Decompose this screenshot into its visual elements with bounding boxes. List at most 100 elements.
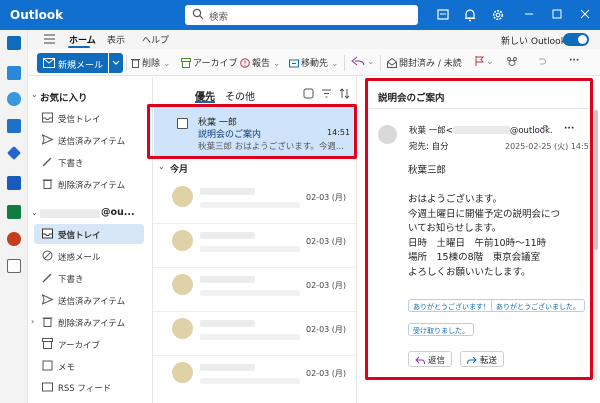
inbox-icon	[42, 112, 53, 123]
list-item[interactable]: 02-03 (月)	[153, 312, 356, 355]
more-options-icon[interactable]: ···	[569, 56, 579, 70]
highlight-selected-message	[147, 104, 357, 159]
list-item[interactable]: 02-03 (月)	[153, 180, 356, 223]
reply-all-icon	[351, 56, 365, 66]
chevron-down-icon[interactable]: ⌄	[158, 162, 165, 171]
new-outlook-label: 新しい Outlook	[501, 37, 566, 47]
list-item[interactable]: 02-03 (月)	[153, 356, 356, 399]
focused-tab-indicator	[195, 101, 215, 103]
rss-folder-icon	[42, 382, 53, 392]
folder-move-icon	[289, 59, 299, 68]
account-header[interactable]: @ou...	[101, 207, 135, 218]
separator	[126, 55, 127, 71]
groups-app-icon[interactable]	[7, 119, 21, 133]
note-icon	[42, 360, 53, 371]
delete-button[interactable]: 削除 ⌄	[131, 56, 170, 70]
chevron-down-icon[interactable]: ⌄	[31, 208, 38, 217]
select-mode-icon[interactable]	[303, 88, 314, 99]
report-button[interactable]: 報告 ⌄	[240, 56, 280, 70]
folder-deleted[interactable]: 削除済みアイテム	[34, 312, 144, 332]
favorites-header[interactable]: お気に入り	[40, 90, 88, 104]
archive-icon	[181, 58, 191, 68]
close-icon[interactable]	[576, 6, 594, 22]
folder-rss[interactable]: RSS フィード	[34, 377, 144, 397]
excel-app-icon[interactable]	[7, 205, 21, 219]
message-date: 02-03 (月)	[306, 325, 347, 334]
separator	[380, 55, 381, 71]
gear-icon[interactable]	[490, 7, 506, 23]
minimize-icon[interactable]	[520, 6, 538, 22]
folder-drafts[interactable]: 下書き	[34, 268, 144, 288]
app-title: Outlook	[10, 8, 64, 22]
tab-help[interactable]: ヘルプ	[142, 33, 169, 46]
folder-inbox[interactable]: 受信トレイ	[34, 224, 144, 244]
search-placeholder[interactable]: 検索	[209, 9, 228, 23]
folder-notes[interactable]: メモ	[34, 356, 144, 376]
more-apps-icon[interactable]	[7, 259, 21, 273]
archive-button[interactable]: アーカイブ	[181, 56, 237, 70]
command-bar: 新規メール 削除 ⌄ アーカイブ 報告 ⌄ 移動先 ⌄ ⌄ 開封済み / 未読 …	[28, 49, 600, 76]
tab-other[interactable]: その他	[225, 88, 255, 103]
maximize-icon[interactable]	[548, 6, 566, 22]
shield-warning-icon	[240, 58, 250, 68]
search-box[interactable]: 検索	[185, 5, 418, 25]
title-bar: Outlook 検索	[0, 0, 600, 30]
search-icon	[192, 8, 204, 20]
group-header-this-month[interactable]: 今月	[170, 162, 188, 175]
active-tab-indicator	[68, 46, 90, 48]
powerpoint-app-icon[interactable]	[7, 232, 21, 246]
immersive-reader-button[interactable]	[506, 56, 520, 70]
list-item[interactable]: 02-03 (月)	[153, 224, 356, 267]
pencil-icon	[42, 273, 52, 283]
mail-app-icon[interactable]	[7, 36, 21, 50]
new-mail-dropdown[interactable]	[109, 53, 123, 73]
new-mail-button[interactable]: 新規メール	[37, 53, 108, 73]
list-item[interactable]: 02-03 (月)	[153, 268, 356, 311]
people-app-icon[interactable]	[7, 92, 21, 106]
folder-favorites-inbox[interactable]: 受信トレイ	[34, 108, 144, 128]
trash-icon	[131, 59, 140, 68]
chevron-down-icon	[112, 60, 120, 65]
message-date: 02-03 (月)	[306, 281, 347, 290]
word-app-icon[interactable]	[7, 176, 21, 190]
reply-all-button[interactable]: ⌄	[351, 56, 375, 70]
junk-icon	[42, 250, 53, 261]
avatar	[172, 362, 193, 383]
new-outlook-toggle[interactable]	[563, 33, 589, 46]
flag-button[interactable]: ⌄	[475, 56, 494, 70]
inbox-icon	[42, 228, 53, 239]
folder-sent[interactable]: 送信済みアイテム	[34, 290, 144, 310]
send-icon	[42, 134, 53, 145]
bell-icon[interactable]	[462, 7, 478, 23]
folder-favorites-deleted[interactable]: 削除済みアイテム	[34, 174, 144, 194]
calendar-app-icon[interactable]	[7, 66, 21, 80]
avatar	[172, 318, 193, 339]
read-unread-button[interactable]: 開封済み / 未読	[387, 56, 462, 70]
avatar	[172, 186, 193, 207]
send-icon	[42, 294, 53, 305]
folder-archive[interactable]: アーカイブ	[34, 334, 144, 354]
tab-view[interactable]: 表示	[107, 33, 125, 46]
reading-scrollbar[interactable]	[594, 110, 598, 380]
message-date: 02-03 (月)	[306, 237, 347, 246]
separator	[344, 55, 345, 71]
archive-icon	[42, 338, 53, 349]
folder-junk[interactable]: 迷惑メール	[34, 246, 144, 266]
tab-home[interactable]: ホーム	[69, 33, 96, 46]
filter-icon[interactable]	[321, 88, 332, 99]
chevron-down-icon[interactable]: ⌄	[31, 90, 38, 99]
todo-app-icon[interactable]	[7, 146, 21, 160]
move-to-button[interactable]: 移動先 ⌄	[289, 56, 338, 70]
sort-icon[interactable]	[339, 88, 350, 99]
folder-favorites-sent[interactable]: 送信済みアイテム	[34, 130, 144, 150]
hamburger-icon[interactable]	[44, 34, 55, 44]
account-name-redacted	[40, 209, 100, 218]
notes-icon[interactable]	[435, 7, 451, 23]
envelope-open-icon	[387, 57, 397, 68]
mail-icon	[43, 58, 55, 68]
avatar	[172, 230, 193, 251]
undo-button[interactable]	[536, 56, 548, 70]
folder-favorites-drafts[interactable]: 下書き	[34, 152, 144, 172]
message-date: 02-03 (月)	[306, 369, 347, 378]
message-date: 02-03 (月)	[306, 193, 347, 202]
